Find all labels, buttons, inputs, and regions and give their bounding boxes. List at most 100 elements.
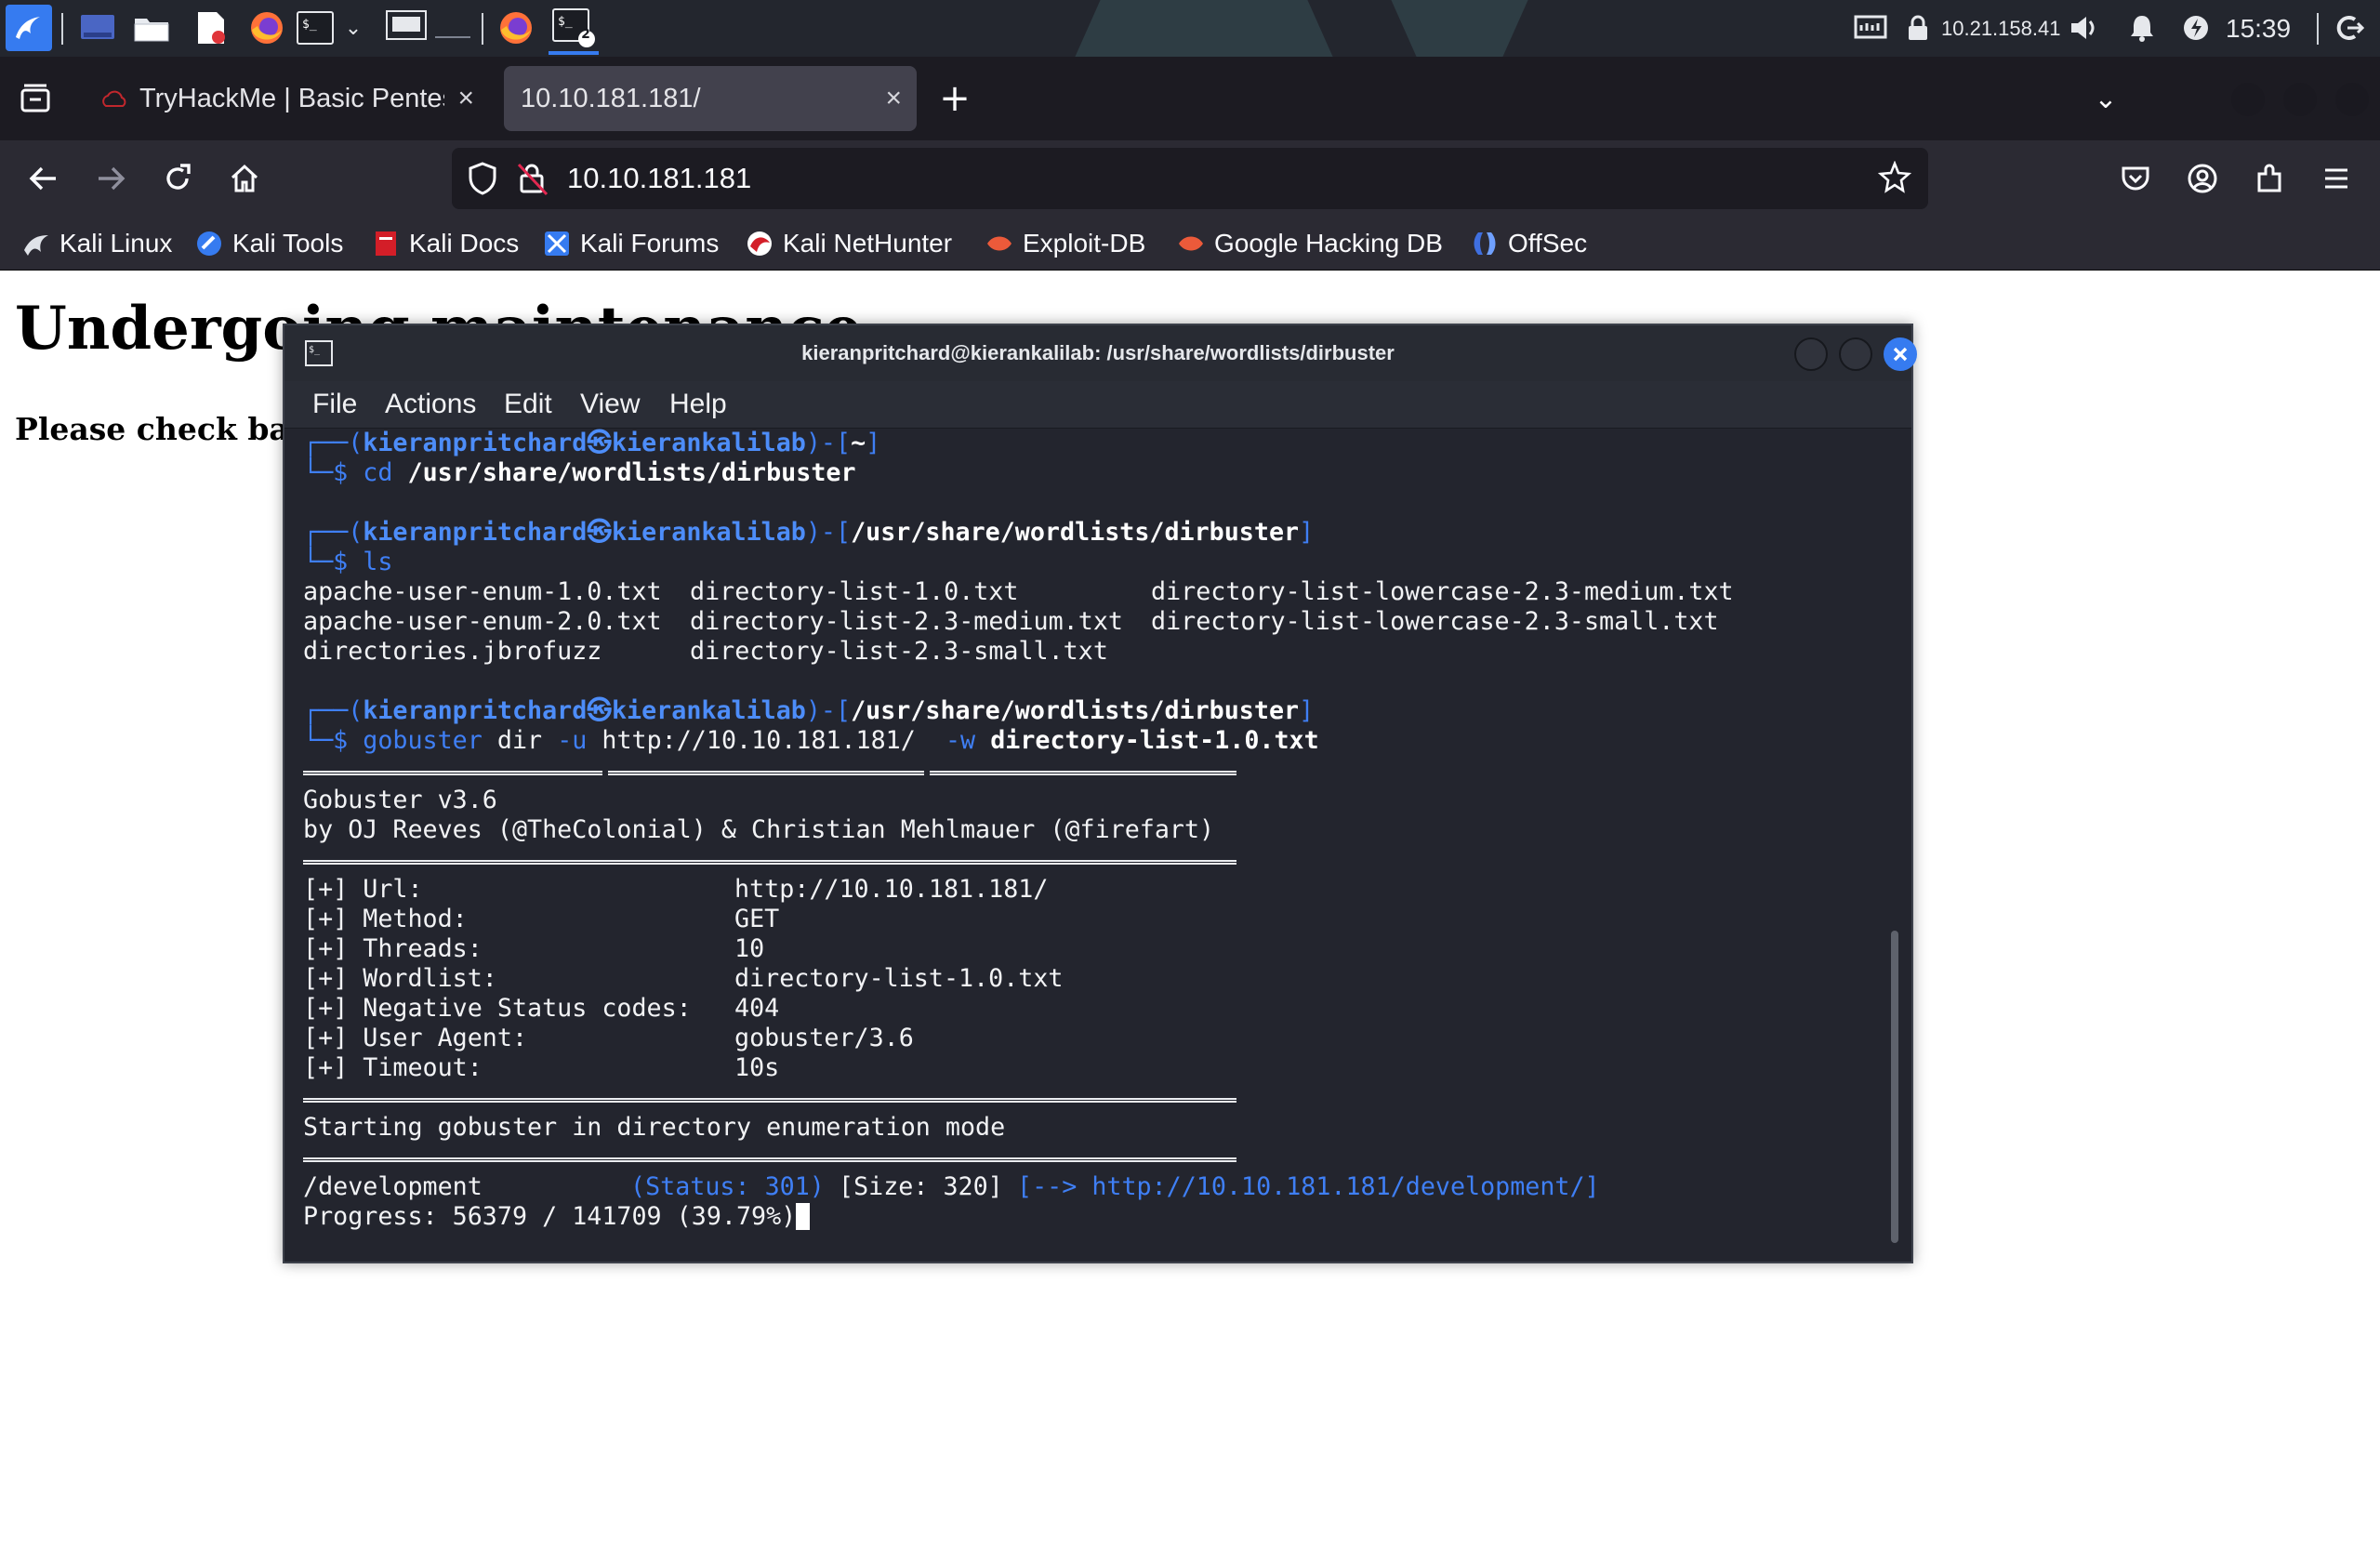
bookmark-kali-forums[interactable]: Kali Forums: [543, 217, 719, 271]
window-close-button[interactable]: [2335, 83, 2369, 116]
back-arrow-icon[interactable]: [19, 153, 69, 204]
url-text[interactable]: 10.10.181.181: [567, 148, 751, 209]
panel-separator: [2317, 13, 2319, 45]
notifications-bell-icon[interactable]: [2123, 7, 2161, 48]
offsec-icon: [1471, 230, 1499, 258]
hamburger-menu-icon[interactable]: [2311, 153, 2361, 204]
workspace-2-icon[interactable]: [430, 7, 476, 48]
menu-view[interactable]: View: [580, 381, 640, 428]
bookmark-offsec[interactable]: OffSec: [1471, 217, 1587, 271]
terminal-output[interactable]: ┌──(kieranpritchard㉿kierankalilab)-[~] └…: [284, 428, 1911, 1262]
prompt-line: ┌──(kieranpritchard㉿kierankalilab)-[/usr…: [303, 696, 1315, 725]
network-monitor-icon[interactable]: [1850, 7, 1891, 48]
reload-icon[interactable]: [152, 153, 203, 204]
firefox-view-icon[interactable]: [15, 78, 56, 119]
top-panel: $_ ⌄ $_ 2 10.21.158.41 15:39: [0, 0, 2380, 57]
config-key: [+] User Agent:: [303, 1024, 528, 1052]
insecure-connection-lock-icon[interactable]: [517, 161, 549, 200]
bookmark-kali-nethunter[interactable]: Kali NetHunter: [746, 217, 952, 271]
menu-file[interactable]: File: [312, 381, 357, 428]
bookmark-label: Kali Forums: [580, 229, 720, 258]
terminal-scrollbar[interactable]: [1891, 931, 1898, 1243]
separator-rule: [303, 770, 1236, 777]
clock[interactable]: 15:39: [2226, 0, 2291, 57]
bookmark-kali-tools[interactable]: Kali Tools: [195, 217, 343, 271]
tab-tryhackme[interactable]: TryHackMe | Basic Pentes ×: [89, 66, 487, 131]
terminal-count-badge: 2: [581, 27, 590, 42]
power-manager-icon[interactable]: [2179, 7, 2213, 48]
bookmark-exploit-db[interactable]: Exploit-DB: [985, 217, 1145, 271]
result-status: (Status: 301): [630, 1172, 825, 1201]
terminal-titlebar[interactable]: $_ kieranpritchard@kierankalilab: /usr/s…: [284, 325, 1917, 381]
config-value: 10: [734, 934, 765, 963]
panel-separator: [482, 13, 483, 45]
command-arg: directory-list-1.0.txt: [990, 726, 1319, 755]
terminal-task-icon[interactable]: $_ 2: [549, 7, 599, 48]
config-value: http://10.10.181.181/: [734, 875, 1049, 904]
exploit-db-icon: [985, 230, 1013, 258]
tryhackme-favicon: [100, 87, 128, 110]
bookmark-kali-docs[interactable]: Kali Docs: [372, 217, 519, 271]
forward-arrow-icon[interactable]: [86, 153, 136, 204]
bookmark-google-hacking-db[interactable]: Google Hacking DB: [1177, 217, 1443, 271]
terminal-launcher-icon[interactable]: $_: [294, 7, 337, 48]
prompt-line: ┌──(kieranpritchard㉿kierankalilab)-[/usr…: [303, 518, 1315, 547]
terminal-close-button[interactable]: [1884, 337, 1917, 371]
workspace-switcher-icon[interactable]: [383, 7, 430, 48]
ls-output-cell: directory-list-lowercase-2.3-small.txt: [1151, 607, 1719, 636]
ls-output-cell: apache-user-enum-1.0.txt: [303, 577, 662, 606]
kali-docs-icon: [372, 230, 400, 258]
bookmark-label: Kali NetHunter: [783, 229, 953, 258]
chevron-down-icon[interactable]: ⌄: [340, 7, 366, 48]
menu-actions[interactable]: Actions: [385, 381, 476, 428]
tab-label: 10.10.181.181/: [521, 83, 701, 113]
home-icon[interactable]: [219, 153, 270, 204]
tracking-protection-shield-icon[interactable]: [467, 161, 498, 200]
tab-active-site[interactable]: 10.10.181.181/ ×: [504, 66, 917, 131]
vpn-lock-icon[interactable]: [1904, 7, 1932, 48]
show-desktop-icon[interactable]: [76, 7, 119, 48]
terminal-maximize-button[interactable]: [1839, 337, 1872, 371]
wallpaper-stripe: [1075, 0, 1528, 57]
tab-close-icon[interactable]: ×: [457, 83, 474, 114]
list-all-tabs-icon[interactable]: ⌄: [2081, 73, 2131, 124]
config-value: 404: [734, 994, 780, 1023]
terminal-minimize-button[interactable]: [1794, 337, 1828, 371]
kali-menu-icon[interactable]: [6, 5, 52, 51]
firefox-icon[interactable]: [244, 7, 290, 48]
prompt-user: kieranpritchard㉿kierankalilab: [363, 696, 806, 725]
volume-icon[interactable]: [2066, 7, 2103, 48]
window-maximize-button[interactable]: [2283, 83, 2317, 116]
menu-help[interactable]: Help: [669, 381, 727, 428]
command-name: ls: [363, 548, 393, 576]
result-redirect: [--> http://10.10.181.181/development/]: [1017, 1172, 1600, 1201]
logout-icon[interactable]: [2332, 7, 2369, 48]
svg-text:$_: $_: [558, 15, 573, 29]
command-url: http://10.10.181.181/: [602, 726, 916, 755]
menu-edit[interactable]: Edit: [504, 381, 552, 428]
config-key: [+] Url:: [303, 875, 423, 904]
config-value: gobuster/3.6: [734, 1024, 914, 1052]
ls-output-cell: directories.jbrofuzz: [303, 637, 602, 666]
firefox-task-icon[interactable]: [491, 7, 541, 48]
tab-label: TryHackMe | Basic Pentes: [139, 83, 444, 113]
bookmark-kali-linux[interactable]: Kali Linux: [22, 217, 172, 271]
file-manager-icon[interactable]: [130, 7, 173, 48]
pocket-icon[interactable]: [2110, 153, 2161, 204]
extensions-icon[interactable]: [2244, 153, 2294, 204]
account-icon[interactable]: [2177, 153, 2228, 204]
config-key: [+] Threads:: [303, 934, 483, 963]
new-tab-button[interactable]: +: [930, 73, 980, 124]
bookmark-label: Exploit-DB: [1023, 229, 1146, 258]
nethunter-icon: [746, 230, 774, 258]
window-minimize-button[interactable]: [2231, 83, 2265, 116]
url-bar[interactable]: 10.10.181.181: [452, 148, 1928, 209]
prompt-dir: /usr/share/wordlists/dirbuster: [851, 696, 1300, 725]
bookmark-star-icon[interactable]: [1877, 160, 1912, 198]
bookmark-label: Kali Tools: [232, 229, 344, 258]
terminal-window[interactable]: $_ kieranpritchard@kierankalilab: /usr/s…: [283, 324, 1917, 1263]
kali-tools-icon: [195, 230, 223, 258]
tab-close-icon[interactable]: ×: [885, 83, 902, 114]
prompt-user: kieranpritchard㉿kierankalilab: [363, 429, 806, 457]
text-editor-icon[interactable]: [190, 7, 232, 48]
